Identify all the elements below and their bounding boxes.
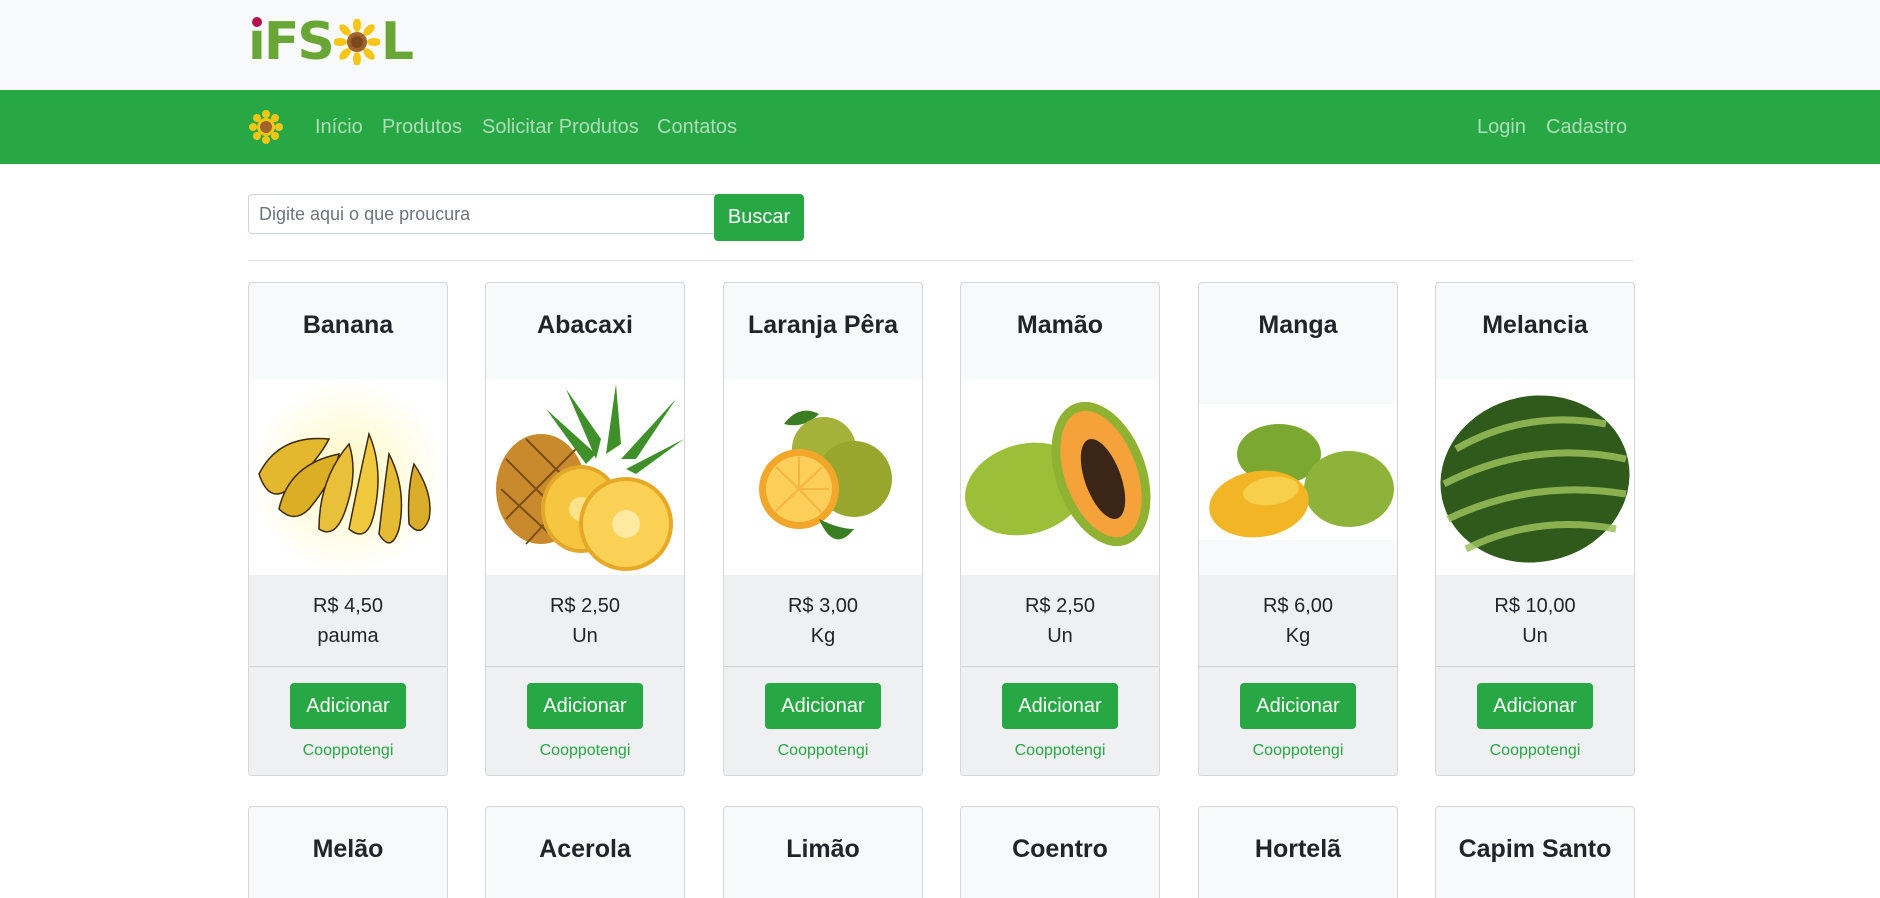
vendor-link[interactable]: Cooppotengi: [1436, 742, 1634, 760]
add-button[interactable]: Adicionar: [1477, 683, 1593, 729]
product-name: Laranja Pêra: [747, 311, 899, 339]
pineapple-image: [486, 379, 684, 575]
nav-link-login[interactable]: Login: [1477, 90, 1526, 164]
add-button[interactable]: Adicionar: [1002, 683, 1118, 729]
nav-link-cadastro[interactable]: Cadastro: [1546, 90, 1627, 164]
orange-image: [724, 379, 922, 575]
product-card-melao: Melão: [248, 806, 448, 898]
site-logo[interactable]: ı F S L: [248, 12, 414, 72]
logo-wordmark: ı F S L: [248, 12, 414, 72]
vendor-link[interactable]: Cooppotengi: [486, 742, 684, 760]
price-area: R$ 10,00 Un: [1436, 575, 1634, 667]
product-name: Acerola: [539, 835, 631, 863]
price-area: R$ 2,50 Un: [486, 575, 684, 667]
card-footer: Adicionar Cooppotengi: [249, 667, 447, 775]
nav-link-contatos[interactable]: Contatos: [657, 90, 737, 164]
main-navbar: Início Produtos Solicitar Produtos Conta…: [0, 90, 1880, 164]
product-card-acerola: Acerola: [485, 806, 685, 898]
nav-link-produtos[interactable]: Produtos: [382, 90, 462, 164]
product-name: Limão: [786, 835, 860, 863]
product-name: Capim Santo: [1458, 835, 1612, 863]
vendor-link[interactable]: Cooppotengi: [961, 742, 1159, 760]
product-name: Coentro: [1012, 835, 1108, 863]
product-card-capim-santo: Capim Santo: [1435, 806, 1635, 898]
product-name: Melão: [312, 835, 384, 863]
price-area: R$ 3,00 Kg: [724, 575, 922, 667]
product-card-melancia: Melancia R$ 10,00 Un Adicionar Cooppoten…: [1435, 282, 1635, 776]
divider: [248, 260, 1634, 261]
product-card-mamao: Mamão R$ 2,50 Un Adicionar Cooppotengi: [960, 282, 1160, 776]
watermelon-image: [1436, 379, 1634, 575]
price-area: R$ 4,50 pauma: [249, 575, 447, 667]
product-price: R$ 10,00: [1494, 595, 1576, 617]
price-area: R$ 2,50 Un: [961, 575, 1159, 667]
sunflower-icon: [333, 19, 380, 65]
product-name: Banana: [302, 311, 394, 339]
add-button[interactable]: Adicionar: [527, 683, 643, 729]
product-price: R$ 3,00: [787, 595, 859, 617]
add-button[interactable]: Adicionar: [290, 683, 406, 729]
product-unit: Un: [572, 625, 598, 647]
search-button[interactable]: Buscar: [714, 194, 804, 241]
add-button[interactable]: Adicionar: [1240, 683, 1356, 729]
nav-link-solicitar-produtos[interactable]: Solicitar Produtos: [482, 90, 639, 164]
nav-link-inicio[interactable]: Início: [315, 90, 363, 164]
card-footer: Adicionar Cooppotengi: [486, 667, 684, 775]
card-footer: Adicionar Cooppotengi: [724, 667, 922, 775]
search-input[interactable]: [248, 194, 716, 234]
product-unit: pauma: [317, 625, 379, 647]
product-unit: Kg: [810, 625, 836, 647]
papaya-image: [961, 379, 1159, 575]
product-card-limao: Limão: [723, 806, 923, 898]
product-name: Hortelã: [1254, 835, 1342, 863]
product-card-coentro: Coentro: [960, 806, 1160, 898]
product-name: Abacaxi: [537, 311, 633, 339]
card-footer: Adicionar Cooppotengi: [1199, 667, 1397, 775]
product-price: R$ 4,50: [312, 595, 384, 617]
mango-image: [1199, 379, 1397, 575]
vendor-link[interactable]: Cooppotengi: [724, 742, 922, 760]
product-card-hortela: Hortelã: [1198, 806, 1398, 898]
sunflower-icon[interactable]: [248, 109, 284, 145]
product-name: Melancia: [1482, 311, 1588, 339]
product-card-banana: Banana R$ 4,50 pauma Adicionar Cooppoten…: [248, 282, 448, 776]
product-unit: Un: [1047, 625, 1073, 647]
product-unit: Kg: [1285, 625, 1311, 647]
vendor-link[interactable]: Cooppotengi: [1199, 742, 1397, 760]
product-card-laranja-pera: Laranja Pêra R$ 3,00 Kg Adicionar Cooppo…: [723, 282, 923, 776]
card-footer: Adicionar Cooppotengi: [961, 667, 1159, 775]
product-price: R$ 6,00: [1262, 595, 1334, 617]
card-footer: Adicionar Cooppotengi: [1436, 667, 1634, 775]
product-unit: Un: [1522, 625, 1548, 647]
add-button[interactable]: Adicionar: [765, 683, 881, 729]
product-card-abacaxi: Abacaxi R$ 2,50 Un Adicionar Cooppotengi: [485, 282, 685, 776]
product-name: Manga: [1258, 311, 1338, 339]
top-header: ı F S L: [0, 0, 1880, 90]
price-area: R$ 6,00 Kg: [1199, 575, 1397, 667]
product-card-manga: Manga R$ 6,00 Kg Adicionar Cooppotengi: [1198, 282, 1398, 776]
product-price: R$ 2,50: [1024, 595, 1096, 617]
vendor-link[interactable]: Cooppotengi: [249, 742, 447, 760]
product-price: R$ 2,50: [549, 595, 621, 617]
product-name: Mamão: [1016, 311, 1104, 339]
banana-image: [249, 379, 447, 575]
